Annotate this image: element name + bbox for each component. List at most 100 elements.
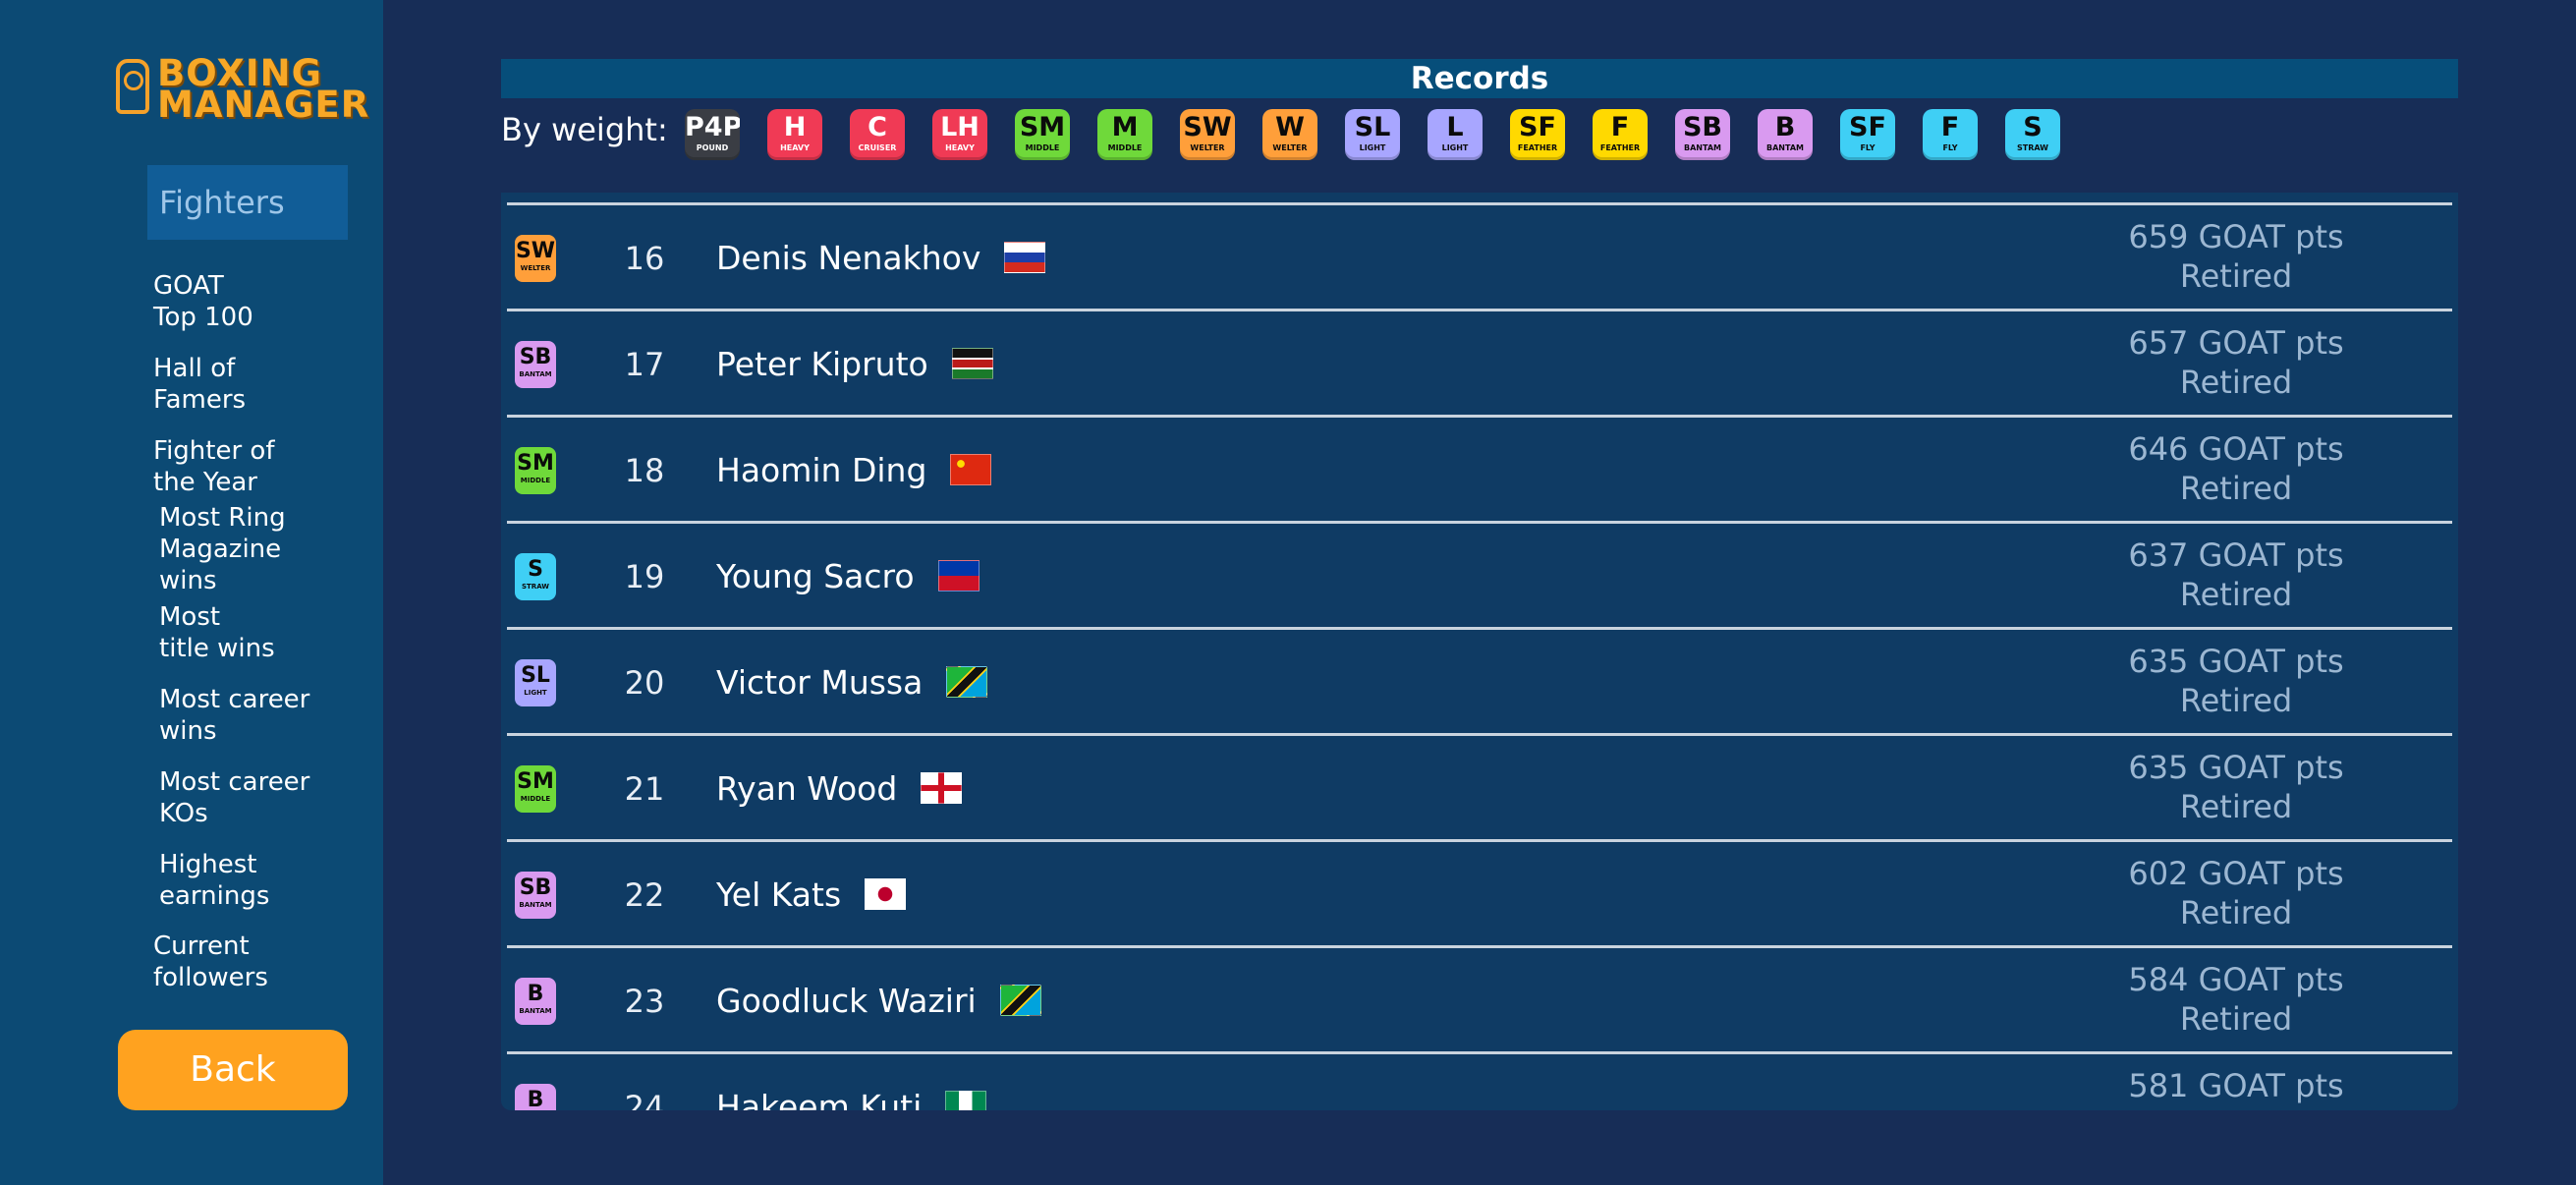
tab-fighters[interactable]: Fighters: [147, 165, 348, 240]
weight-code: SM: [517, 451, 554, 476]
weight-filter-sm-middle[interactable]: SM MIDDLE: [1015, 109, 1070, 160]
weight-code: SM: [517, 769, 554, 794]
sidebar-item-label: Most: [159, 602, 221, 632]
table-row[interactable]: SB BANTAM 17 Peter Kipruto 657 GOAT pts Retir…: [507, 309, 2452, 416]
rank-number: 23: [624, 983, 665, 1020]
table-row[interactable]: SB BANTAM 22 Yel Kats 602 GOAT pts Retired: [507, 839, 2452, 946]
goat-points: 635 GOAT pts: [2128, 643, 2344, 680]
weight-sub: LIGHT: [524, 689, 547, 697]
fighter-name[interactable]: Peter Kipruto: [716, 345, 928, 383]
fighter-name-cell[interactable]: Haomin Ding: [716, 451, 992, 490]
logo-text-line-2: MANAGER: [157, 84, 370, 126]
table-row[interactable]: B BANTAM 23 Goodluck Waziri 584 GOAT pts Reti…: [507, 945, 2452, 1052]
weight-sub: HEAVY: [945, 143, 975, 152]
weight-filter-s-straw[interactable]: S STRAW: [2005, 109, 2060, 160]
weight-filter-sf-fly[interactable]: SF FLY: [1840, 109, 1895, 160]
goat-points-cell: 659 GOAT pts Retired: [2079, 217, 2393, 296]
table-row[interactable]: SM MIDDLE 21 Ryan Wood 635 GOAT pts Retired: [507, 733, 2452, 840]
fighter-name-cell[interactable]: Peter Kipruto: [716, 345, 993, 384]
weight-sub: BANTAM: [1766, 143, 1804, 152]
weight-sub: WELTER: [520, 264, 551, 272]
sidebar-item-most-ring-magazine-wins[interactable]: Most Ring Magazine wins: [159, 502, 356, 596]
weight-code: SF: [1519, 112, 1556, 142]
weight-sub: BANTAM: [1684, 143, 1721, 152]
weight-filter-b-bantam[interactable]: B BANTAM: [1758, 109, 1813, 160]
fighter-name-cell[interactable]: Ryan Wood: [716, 769, 963, 809]
fighter-name[interactable]: Haomin Ding: [716, 451, 926, 489]
sidebar-item-most-title-wins[interactable]: Most title wins: [159, 601, 356, 664]
back-button[interactable]: Back: [118, 1030, 348, 1110]
weight-filter-f-feather[interactable]: F FEATHER: [1593, 109, 1648, 160]
sidebar-item-label: Most career: [159, 685, 310, 714]
weight-code: F: [1940, 112, 1960, 142]
table-row[interactable]: BBANTAM 24 Hakeem Kuti 581 GOAT pts: [507, 1051, 2452, 1110]
goat-points: 581 GOAT pts: [2128, 1067, 2344, 1104]
weight-filter-f-fly[interactable]: F FLY: [1923, 109, 1978, 160]
table-row[interactable]: SM MIDDLE 18 Haomin Ding 646 GOAT pts Retired: [507, 415, 2452, 522]
goat-points: 659 GOAT pts: [2128, 218, 2344, 255]
fighter-name-cell[interactable]: Hakeem Kuti: [716, 1088, 987, 1110]
weight-filter-sl-light[interactable]: SL LIGHT: [1345, 109, 1400, 160]
records-table[interactable]: SW WELTER 16 Denis Nenakhov 659 GOAT pts Reti…: [501, 193, 2458, 1110]
weight-filter-l-light[interactable]: L LIGHT: [1428, 109, 1483, 160]
weight-filter-sb-bantam[interactable]: SB BANTAM: [1675, 109, 1730, 160]
sidebar-item-label: Hall of: [153, 354, 236, 383]
fighter-name[interactable]: Goodluck Waziri: [716, 982, 977, 1020]
goat-points: 646 GOAT pts: [2128, 430, 2344, 468]
sidebar-item-current-followers[interactable]: Current followers: [153, 931, 350, 993]
fighter-name[interactable]: Victor Mussa: [716, 663, 923, 702]
nigeria-flag-icon: [945, 1090, 987, 1110]
rank-number: 17: [624, 346, 665, 383]
fighter-name-cell[interactable]: Denis Nenakhov: [716, 239, 1046, 278]
fighter-name-cell[interactable]: Victor Mussa: [716, 663, 988, 703]
career-status: Retired: [2179, 364, 2293, 401]
kenya-flag-icon: [951, 347, 993, 379]
weight-filter-sw-welter[interactable]: SW WELTER: [1180, 109, 1235, 160]
sidebar-item-label: Famers: [153, 385, 247, 415]
weight-filter-p4p-pound[interactable]: P4P POUND: [685, 109, 740, 160]
fighter-name[interactable]: Ryan Wood: [716, 769, 897, 808]
weight-class-badge: SB BANTAM: [515, 872, 556, 919]
sidebar-item-goat-top-100[interactable]: GOAT Top 100: [153, 270, 350, 333]
fighter-name-cell[interactable]: Young Sacro: [716, 557, 980, 596]
fighter-name-cell[interactable]: Goodluck Waziri: [716, 982, 1041, 1021]
boxing-glove-icon: [116, 59, 149, 114]
weight-filter-w-welter[interactable]: W WELTER: [1262, 109, 1317, 160]
sidebar-item-most-career-wins[interactable]: Most career wins: [159, 684, 356, 747]
weight-class-badge: SM MIDDLE: [515, 765, 556, 813]
sidebar-item-label: the Year: [153, 468, 257, 497]
weight-filter-m-middle[interactable]: M MIDDLE: [1097, 109, 1152, 160]
weight-sub: LIGHT: [1359, 143, 1386, 152]
table-row[interactable]: S STRAW 19 Young Sacro 637 GOAT pts Retired: [507, 521, 2452, 628]
career-status: Retired: [2179, 1000, 2293, 1038]
table-row[interactable]: SW WELTER 16 Denis Nenakhov 659 GOAT pts Reti…: [507, 202, 2452, 310]
weight-filter-c-cruiser[interactable]: C CRUISER: [850, 109, 905, 160]
weight-code: W: [1275, 112, 1305, 142]
sidebar-item-most-career-kos[interactable]: Most career KOs: [159, 766, 356, 829]
weight-filter-sf-feather[interactable]: SF FEATHER: [1510, 109, 1565, 160]
weight-filter-h-heavy[interactable]: H HEAVY: [767, 109, 822, 160]
weight-filter-lh-heavy[interactable]: LH HEAVY: [932, 109, 987, 160]
by-weight-label: By weight:: [501, 111, 668, 148]
page-title: Records: [501, 59, 2458, 98]
weight-sub: FEATHER: [1517, 143, 1558, 152]
weight-code: L: [1446, 112, 1464, 142]
sidebar-item-hall-of-famers[interactable]: Hall of Famers: [153, 353, 350, 416]
fighter-name[interactable]: Yel Kats: [716, 875, 841, 914]
fighter-name[interactable]: Denis Nenakhov: [716, 239, 980, 277]
weight-code: SF: [1849, 112, 1886, 142]
weight-code: SL: [1354, 112, 1391, 142]
career-status: Retired: [2179, 894, 2293, 931]
sidebar-item-fighter-of-the-year[interactable]: Fighter of the Year: [153, 435, 350, 498]
sidebar-item-label: Magazine: [159, 535, 282, 564]
weight-class-badge: SB BANTAM: [515, 341, 556, 388]
table-row[interactable]: SL LIGHT 20 Victor Mussa 635 GOAT pts Retired: [507, 627, 2452, 734]
fighter-name[interactable]: Hakeem Kuti: [716, 1088, 922, 1110]
sidebar-item-label: KOs: [159, 799, 208, 828]
career-status: Retired: [2179, 788, 2293, 825]
sidebar-item-highest-earnings[interactable]: Highest earnings: [159, 849, 356, 912]
goat-points: 602 GOAT pts: [2128, 855, 2344, 892]
fighter-name[interactable]: Young Sacro: [716, 557, 915, 595]
fighter-name-cell[interactable]: Yel Kats: [716, 875, 907, 915]
weight-code: SM: [1019, 112, 1066, 142]
